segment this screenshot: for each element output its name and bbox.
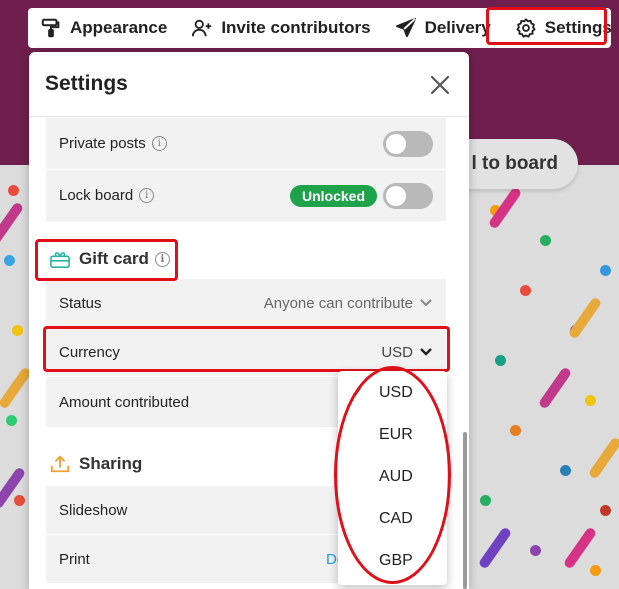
status-row[interactable]: Status Anyone can contribute (46, 279, 446, 327)
panel-header-divider (29, 116, 469, 117)
sharing-header: Sharing (49, 454, 142, 474)
delivery-label: Delivery (424, 18, 491, 37)
currency-option-eur[interactable]: EUR (338, 414, 447, 456)
delivery-button[interactable]: Delivery (383, 8, 503, 48)
currency-option-label: USD (379, 384, 413, 401)
info-icon[interactable]: i (151, 136, 167, 151)
gift-card-header: Gift card i (49, 249, 170, 269)
currency-option-label: CAD (379, 510, 413, 527)
board-toolbar: Appearance Invite contributors Delivery … (28, 8, 612, 48)
private-posts-label: Private posts (59, 135, 146, 152)
share-upload-icon (50, 455, 70, 473)
lock-status-badge: Unlocked (289, 184, 377, 207)
chevron-down-icon (420, 299, 432, 307)
check-icon: ✓ (351, 385, 364, 402)
appearance-button[interactable]: Appearance (28, 8, 179, 48)
add-user-icon (192, 19, 212, 37)
paint-roller-icon (41, 18, 60, 38)
status-label: Status (59, 294, 102, 312)
info-icon[interactable]: i (154, 251, 170, 267)
currency-row[interactable]: Currency USD (46, 328, 446, 376)
print-label: Print (59, 550, 90, 568)
currency-option-label: EUR (379, 426, 413, 443)
close-icon[interactable] (429, 74, 451, 96)
currency-option-label: AUD (379, 468, 413, 485)
currency-option-aud[interactable]: AUD (338, 456, 447, 498)
info-icon[interactable]: i (139, 188, 155, 203)
gift-card-title: Gift card (79, 249, 149, 268)
lock-board-row: Lock board i Unlocked (46, 170, 446, 221)
currency-label: Currency (59, 343, 120, 361)
currency-option-label: GBP (379, 552, 413, 569)
currency-select[interactable]: USD (381, 344, 433, 361)
invite-contributors-button[interactable]: Invite contributors (179, 8, 382, 48)
gear-icon (516, 18, 536, 38)
slideshow-label: Slideshow (59, 501, 128, 519)
private-posts-row: Private posts i (46, 118, 446, 169)
invite-contributors-label: Invite contributors (221, 18, 371, 37)
appearance-label: Appearance (70, 18, 168, 37)
paper-plane-icon (395, 17, 416, 38)
currency-dropdown: ✓ USD EUR AUD CAD GBP (338, 371, 447, 585)
private-posts-toggle[interactable] (383, 130, 433, 157)
settings-button[interactable]: Settings (503, 8, 619, 48)
lock-board-toggle[interactable] (383, 182, 433, 209)
status-value: Anyone can contribute (263, 294, 413, 312)
add-to-board-label: l to board (471, 153, 558, 174)
settings-label: Settings (544, 18, 612, 37)
status-select[interactable]: Anyone can contribute (264, 295, 433, 312)
lock-board-label: Lock board (59, 187, 134, 204)
currency-option-cad[interactable]: CAD (338, 498, 447, 540)
panel-scrollbar[interactable] (463, 432, 467, 589)
panel-title: Settings (45, 72, 128, 95)
currency-option-usd[interactable]: ✓ USD (338, 372, 447, 414)
chevron-down-icon (420, 348, 432, 356)
amount-contributed-label: Amount contributed (59, 393, 190, 411)
sharing-title: Sharing (79, 454, 143, 473)
currency-value: USD (381, 343, 413, 361)
gift-card-icon (50, 252, 70, 268)
currency-option-gbp[interactable]: GBP (338, 540, 447, 582)
